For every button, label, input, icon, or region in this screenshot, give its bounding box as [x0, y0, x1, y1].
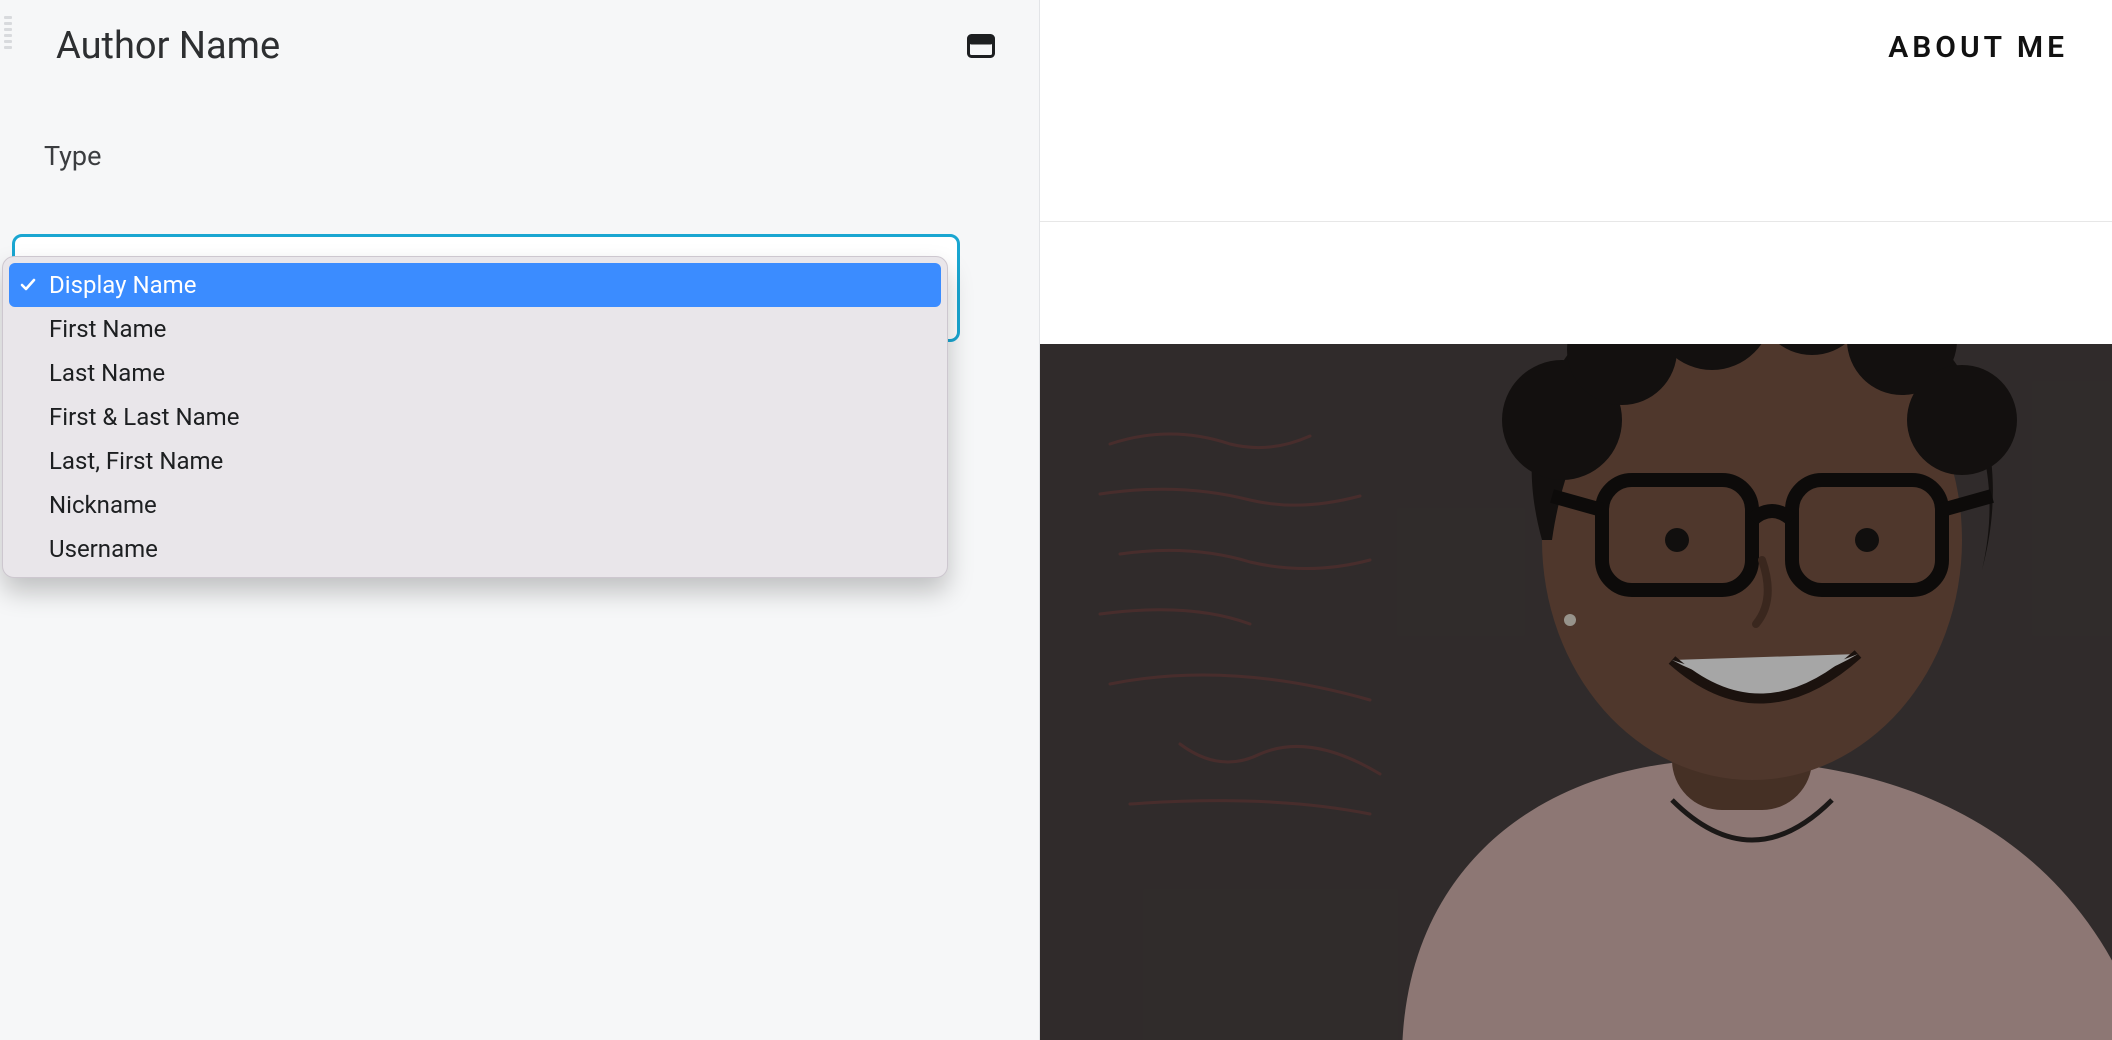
- popup-toggle-icon[interactable]: [967, 34, 995, 58]
- drag-handle-icon[interactable]: [4, 16, 12, 49]
- settings-panel: Author Name Type Display Name First Name L…: [0, 0, 1040, 1040]
- type-option[interactable]: Display Name: [9, 263, 941, 307]
- preview-panel: ABOUT ME: [1040, 0, 2112, 1040]
- type-option[interactable]: Username: [9, 527, 941, 571]
- type-option[interactable]: First Name: [9, 307, 941, 351]
- type-option-label: Display Name: [49, 271, 196, 299]
- type-option[interactable]: Last, First Name: [9, 439, 941, 483]
- panel-body: Type: [0, 68, 1039, 172]
- preview-spacer: [1040, 222, 2112, 344]
- type-option[interactable]: Nickname: [9, 483, 941, 527]
- type-option-label: First Name: [49, 315, 166, 343]
- check-icon: [19, 276, 37, 294]
- whiteboard-scribbles-icon: [1070, 384, 1770, 904]
- type-option-label: Username: [49, 535, 158, 563]
- person-illustration-icon: [1252, 344, 2112, 1040]
- type-option[interactable]: Last Name: [9, 351, 941, 395]
- type-option-label: Last, First Name: [49, 447, 223, 475]
- type-dropdown: Display Name First Name Last Name First & L…: [2, 256, 948, 578]
- preview-header: ABOUT ME: [1040, 0, 2112, 222]
- type-option-label: Last Name: [49, 359, 165, 387]
- type-option[interactable]: First & Last Name: [9, 395, 941, 439]
- type-option-label: First & Last Name: [49, 403, 239, 431]
- nav-link-about[interactable]: ABOUT ME: [1888, 30, 2068, 65]
- panel-header: Author Name: [0, 0, 1039, 68]
- hero-image: [1040, 344, 2112, 1040]
- type-field-label: Type: [44, 140, 995, 172]
- type-option-label: Nickname: [49, 491, 157, 519]
- panel-title: Author Name: [56, 24, 280, 68]
